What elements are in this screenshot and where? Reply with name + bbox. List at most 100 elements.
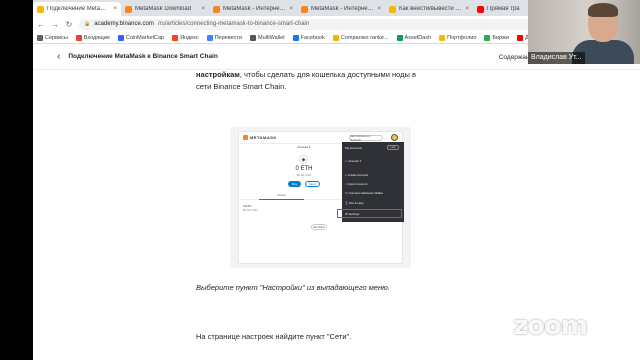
bookmark-favicon-icon xyxy=(396,34,403,41)
bookmark-favicon-icon xyxy=(292,34,299,41)
settings-highlight-box xyxy=(337,209,402,218)
send-button: Send xyxy=(305,181,320,187)
metamask-favicon-icon xyxy=(213,5,220,13)
menu-item-label: Connect Hardware Wallet xyxy=(348,191,383,195)
metamask-favicon-icon xyxy=(125,5,132,13)
intro-line1: , чтобы сделать для кошелька доступными … xyxy=(239,70,416,79)
metamask-logo: METAMASK xyxy=(243,135,277,140)
address-bar[interactable]: 🔒 academy.binance.com/ru/articles/connec… xyxy=(79,18,546,30)
tab-close-icon[interactable]: × xyxy=(113,6,117,12)
bookmark-favicon-icon xyxy=(37,34,43,41)
bookmark-label: Facebook xyxy=(300,34,325,41)
metamask-screenshot: METAMASK Main Ethereum Network Account 1… xyxy=(230,127,411,268)
bookmark-label: Биржи xyxy=(492,34,509,41)
intro-paragraph: настройкам, чтобы сделать для кошелька д… xyxy=(196,69,426,93)
bookmark-favicon-icon xyxy=(172,34,179,41)
lock-button: Lock xyxy=(387,145,399,150)
bookmark-item[interactable]: Портфолио xyxy=(439,34,477,41)
tab-binance-deposit[interactable]: Как внести/вывести крип × xyxy=(385,2,473,16)
tab-label: MetaMask - Интернет-ма xyxy=(311,6,375,12)
tab-close-icon[interactable]: × xyxy=(465,6,469,12)
binance-favicon-icon xyxy=(389,5,396,13)
bookmark-item[interactable]: Яндекс xyxy=(172,34,199,41)
bookmark-item[interactable]: Companies ranke... xyxy=(332,34,389,41)
menu-item-account-1: ✓ Account 1 xyxy=(345,159,362,163)
add-token-button: Add Token xyxy=(311,224,327,230)
bookmark-favicon-icon xyxy=(117,34,124,41)
webcam-person-hair xyxy=(588,3,618,17)
forward-arrow-icon[interactable]: → xyxy=(51,20,59,29)
tab-metamask-download[interactable]: MetaMask Download × xyxy=(121,2,209,16)
menu-item-label: Import Account xyxy=(347,182,368,186)
bookmark-item[interactable]: Перевести xyxy=(206,34,242,41)
metamask-window: METAMASK Main Ethereum Network Account 1… xyxy=(238,131,404,264)
image-caption: Выберите пункт "Настройки" из выпадающег… xyxy=(196,283,390,292)
bookmark-item[interactable]: AssetDash xyxy=(396,34,432,41)
url-path: /ru/articles/connecting-metamask-to-bina… xyxy=(157,21,310,27)
eth-icon: ◆ xyxy=(299,155,308,164)
bookmark-label: AssetDash xyxy=(404,34,432,41)
participant-name: Владислав Ут... xyxy=(528,52,585,64)
bookmark-favicon-icon xyxy=(249,34,256,41)
tab-label: MetaMask Download xyxy=(135,6,192,12)
url-host: academy.binance.com xyxy=(94,21,154,27)
menu-item-create-account: + Create Account xyxy=(345,173,369,177)
bookmark-favicon-icon xyxy=(75,34,82,41)
bookmark-item[interactable]: Входящие xyxy=(75,34,110,41)
token-row-usd: $0.00 USD xyxy=(243,208,258,212)
bookmark-favicon-icon xyxy=(516,34,523,41)
youtube-favicon-icon xyxy=(477,5,484,13)
tab-label: Подключение MetaMask к xyxy=(47,6,110,12)
metamask-favicon-icon xyxy=(301,5,308,13)
webcam-video: Владислав Ут... xyxy=(528,0,640,64)
bookmark-favicon-icon xyxy=(206,34,213,41)
bookmark-item[interactable]: Сервисы xyxy=(37,34,68,41)
bookmark-label: Companies ranke... xyxy=(340,34,389,41)
assets-tab: Assets xyxy=(259,193,304,200)
menu-item-connect-hardware: ▭ Connect Hardware Wallet xyxy=(345,191,383,195)
tab-binance-academy[interactable]: Подключение MetaMask к × xyxy=(33,2,121,16)
menu-item-label: Create Account xyxy=(347,173,369,177)
tab-metamask-store-2[interactable]: MetaMask - Интернет-ма × xyxy=(297,2,385,16)
bookmark-label: MultiWallet xyxy=(257,34,285,41)
menu-item-label: Info & Help xyxy=(348,201,364,205)
tab-close-icon[interactable]: × xyxy=(377,6,381,12)
fox-icon xyxy=(243,135,248,140)
tab-label: Как внести/вывести крип xyxy=(399,6,463,12)
bookmark-item[interactable]: MultiWallet xyxy=(249,34,285,41)
menu-item-label: Account 1 xyxy=(348,159,362,163)
bookmark-label: Входящие xyxy=(83,34,110,41)
bookmark-favicon-icon xyxy=(484,34,491,41)
account-avatar-icon xyxy=(391,134,398,141)
bookmark-label: Перевести xyxy=(214,34,242,41)
reload-icon[interactable]: ↻ xyxy=(65,20,73,29)
bookmark-favicon-icon xyxy=(332,34,339,41)
menu-header: My Accounts xyxy=(345,146,363,150)
article-title: Подключение MetaMask к Binance Smart Cha… xyxy=(68,53,218,60)
bookmark-label: CoinMarketCap xyxy=(125,34,165,41)
back-chevron-icon[interactable]: ‹ xyxy=(57,51,60,62)
tab-label: MetaMask - Интернет-ма xyxy=(223,6,287,12)
tab-close-icon[interactable]: × xyxy=(289,6,293,12)
menu-item-info-help: ⓘ Info & Help xyxy=(345,201,364,205)
menu-item-import-account: ↓ Import Account xyxy=(345,182,368,186)
intro-bold: настройкам xyxy=(196,70,240,79)
binance-favicon-icon xyxy=(37,5,44,13)
metamask-wordmark: METAMASK xyxy=(250,135,277,140)
buy-button: Buy xyxy=(288,181,301,187)
tab-close-icon[interactable]: × xyxy=(201,6,205,12)
article-body: настройкам, чтобы сделать для кошелька д… xyxy=(196,69,426,93)
network-selector: Main Ethereum Network xyxy=(349,134,383,142)
lock-icon: 🔒 xyxy=(84,21,91,27)
paragraph-networks: На странице настроек найдите пункт "Сети… xyxy=(196,332,352,341)
bookmark-item[interactable]: Facebook xyxy=(292,34,325,41)
bookmark-favicon-icon xyxy=(439,34,446,41)
bookmark-label: Яндекс xyxy=(180,34,199,41)
bookmark-label: Сервисы xyxy=(45,34,68,41)
bookmark-item[interactable]: Биржи xyxy=(484,34,509,41)
zoom-watermark: zoom xyxy=(513,311,588,341)
bookmark-label: Портфолио xyxy=(447,34,477,41)
bookmark-item[interactable]: CoinMarketCap xyxy=(117,34,165,41)
tab-metamask-store-1[interactable]: MetaMask - Интернет-ма × xyxy=(209,2,297,16)
back-arrow-icon[interactable]: ← xyxy=(37,20,45,29)
